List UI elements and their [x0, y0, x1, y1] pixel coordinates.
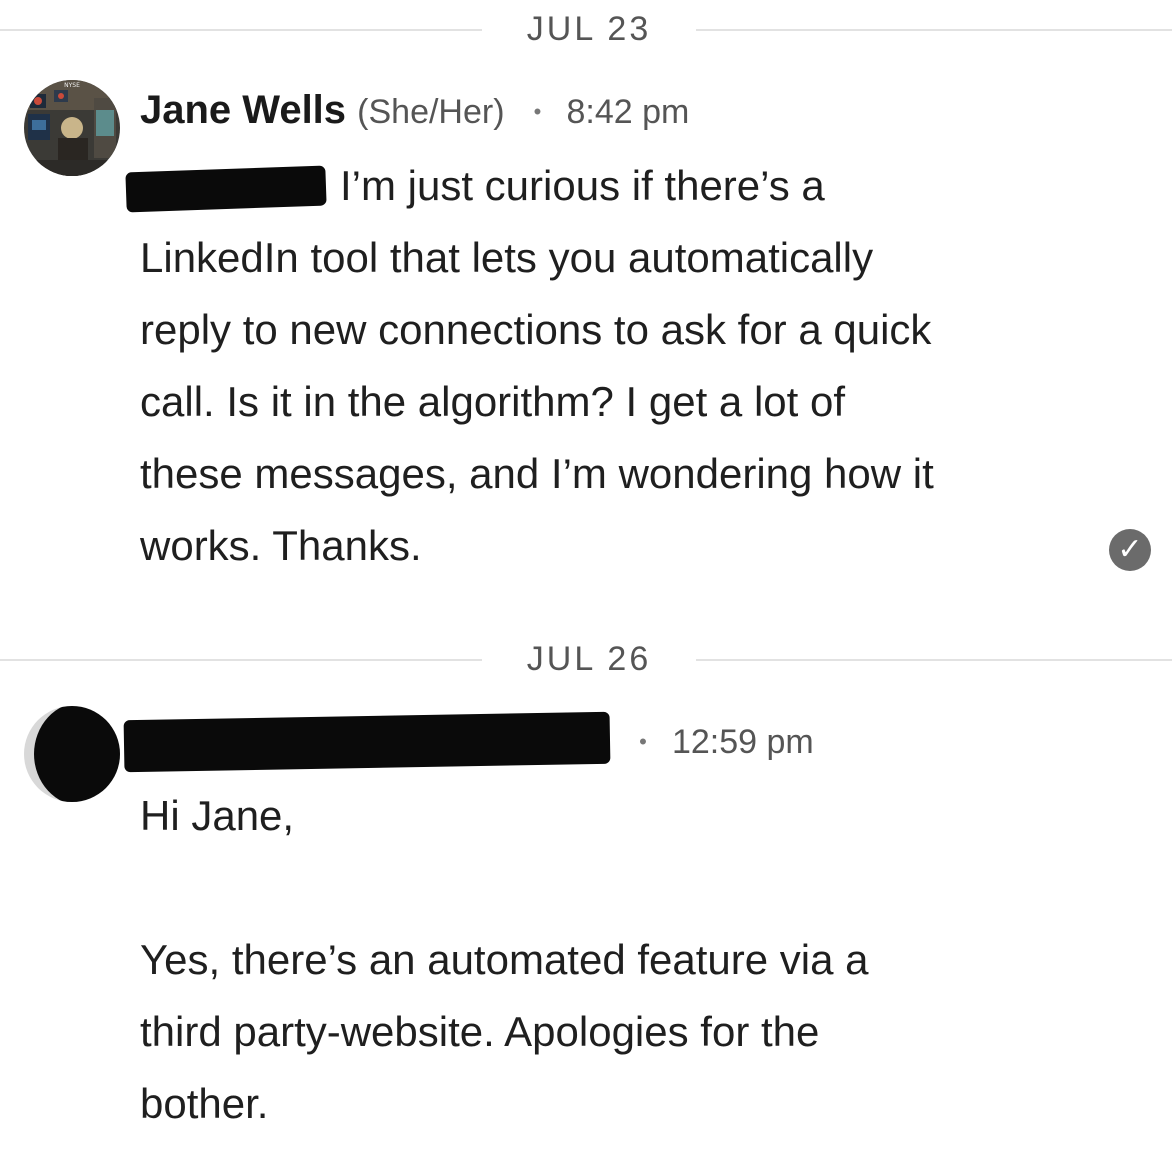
message-timestamp: 12:59 pm [671, 723, 814, 761]
message-body: I’m just curious if there’s a LinkedIn t… [125, 150, 1100, 582]
message-line: these messages, and I’m wondering how it [140, 450, 934, 497]
message-line: LinkedIn tool that lets you automaticall… [140, 234, 874, 281]
separator-dot: • [533, 99, 542, 125]
message-timestamp: 8:42 pm [566, 93, 690, 131]
separator-dot: • [639, 729, 647, 755]
redaction-mark [123, 712, 611, 773]
redaction-mark [125, 165, 327, 213]
check-circle-icon: ✓ [1109, 529, 1151, 571]
message-line: reply to new connections to ask for a qu… [140, 306, 932, 353]
divider-line [696, 29, 1172, 31]
message-line: third party-website. Apologies for the [140, 1008, 820, 1055]
message-line: works. Thanks. [140, 522, 422, 569]
avatar-redacted[interactable] [24, 706, 120, 802]
message-body: Hi Jane, Yes, there’s an automated featu… [140, 780, 1100, 1140]
message-line: Yes, there’s an automated feature via a [140, 936, 869, 983]
avatar-photo: NYSE [24, 80, 120, 176]
message-header: • 12:59 pm [123, 712, 814, 773]
divider-line [0, 659, 482, 661]
date-label: JUL 23 [526, 10, 652, 48]
divider-line [696, 659, 1172, 661]
avatar-jane-wells[interactable]: NYSE [24, 80, 120, 176]
avatar-redaction [34, 706, 120, 802]
message-line: call. Is it in the algorithm? I get a lo… [140, 378, 846, 425]
date-divider-jul-26: JUL 26 [0, 630, 1172, 690]
message-greeting: Hi Jane, [140, 792, 295, 839]
svg-text:NYSE: NYSE [64, 82, 80, 89]
message-header: Jane Wells (She/Her) • 8:42 pm [140, 86, 689, 136]
sender-name[interactable]: Jane Wells [140, 88, 346, 132]
divider-line [0, 29, 482, 31]
sender-pronouns: (She/Her) [357, 93, 505, 131]
message-line: bother. [140, 1080, 269, 1127]
date-label: JUL 26 [526, 640, 652, 678]
message-line: I’m just curious if there’s a [125, 150, 1100, 222]
date-divider-jul-23: JUL 23 [0, 0, 1172, 60]
